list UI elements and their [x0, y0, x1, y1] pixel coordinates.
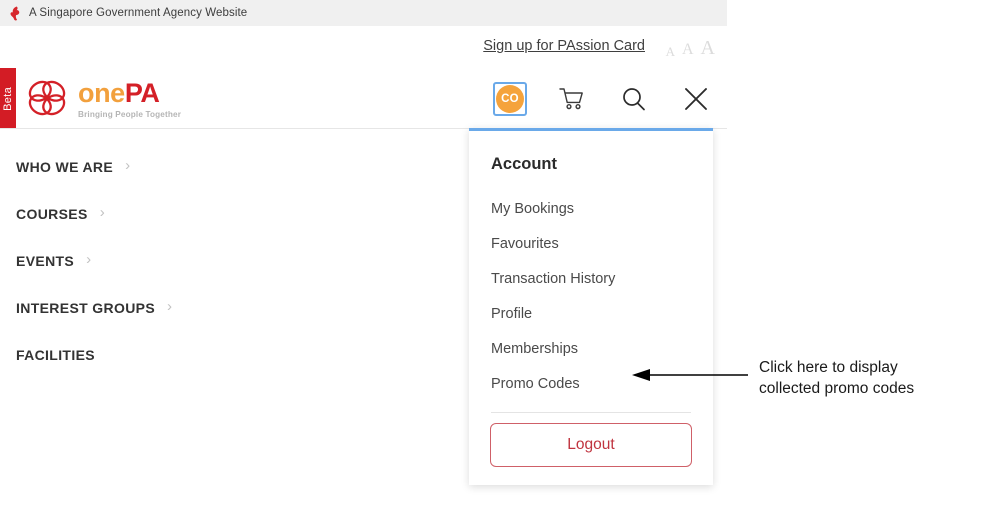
main-navigation: WHO WE ARE › COURSES › EVENTS › INTEREST… — [16, 143, 436, 378]
font-size-large-button[interactable]: A — [701, 38, 715, 58]
government-banner-text: A Singapore Government Agency Website — [29, 7, 248, 19]
logout-button[interactable]: Logout — [490, 423, 692, 467]
nav-item-label: FACILITIES — [16, 346, 95, 363]
menu-item-memberships[interactable]: Memberships — [469, 331, 713, 366]
close-menu-button[interactable] — [665, 68, 727, 129]
header-icon-group: CO — [479, 68, 727, 129]
avatar-focus-ring: CO — [493, 81, 527, 116]
search-button[interactable] — [603, 68, 665, 129]
logo-wordmark: onePA Bringing People Together — [78, 77, 182, 119]
annotation-line-2: collected promo codes — [759, 380, 915, 397]
nav-item-courses[interactable]: COURSES › — [16, 190, 436, 237]
logo-word-pa: PA — [124, 77, 160, 108]
annotation-arrow-icon — [632, 369, 748, 381]
chevron-right-icon: › — [125, 157, 131, 174]
account-avatar-button[interactable]: CO — [479, 68, 541, 129]
menu-item-my-bookings[interactable]: My Bookings — [469, 191, 713, 226]
logo-words: onePA — [78, 77, 181, 108]
site-logo[interactable]: onePA Bringing People Together — [24, 76, 181, 120]
singapore-lion-icon — [10, 6, 20, 20]
cart-button[interactable] — [541, 68, 603, 129]
logo-tagline: Bringing People Together — [78, 109, 182, 119]
nav-item-who-we-are[interactable]: WHO WE ARE › — [16, 143, 436, 190]
font-size-medium-button[interactable]: A — [682, 42, 694, 58]
chevron-right-icon: › — [99, 204, 105, 221]
dropdown-title: Account — [491, 155, 557, 173]
utility-row: Sign up for PAssion Card A A A — [0, 26, 727, 68]
onepa-rings-icon — [28, 80, 66, 116]
annotation-text: Click here to display collected promo co… — [759, 357, 979, 399]
menu-item-transaction-history[interactable]: Transaction History — [469, 261, 713, 296]
nav-item-label: INTEREST GROUPS — [16, 299, 156, 316]
menu-item-profile[interactable]: Profile — [469, 296, 713, 331]
avatar: CO — [496, 84, 524, 113]
font-size-small-button[interactable]: A — [666, 45, 675, 58]
nav-item-facilities[interactable]: FACILITIES — [16, 331, 436, 378]
font-size-controls: A A A — [666, 34, 715, 58]
nav-item-events[interactable]: EVENTS › — [16, 237, 436, 284]
cart-icon — [559, 87, 583, 109]
nav-item-interest-groups[interactable]: INTEREST GROUPS › — [16, 284, 436, 331]
chevron-right-icon: › — [167, 298, 173, 315]
menu-item-favourites[interactable]: Favourites — [469, 226, 713, 261]
search-icon — [623, 87, 645, 110]
page-canvas: A Singapore Government Agency Website Si… — [0, 0, 727, 510]
nav-item-label: EVENTS — [16, 252, 75, 269]
site-header: onePA Bringing People Together CO — [0, 68, 727, 129]
nav-item-label: WHO WE ARE — [16, 158, 114, 175]
passion-card-signup-link[interactable]: Sign up for PAssion Card — [483, 38, 645, 54]
logo-word-one: one — [78, 77, 125, 108]
dropdown-divider — [491, 412, 691, 413]
account-dropdown-panel: Account My Bookings Favourites Transacti… — [469, 128, 713, 485]
government-banner: A Singapore Government Agency Website — [0, 0, 727, 26]
close-icon — [685, 87, 707, 110]
chevron-right-icon: › — [86, 251, 92, 268]
nav-item-label: COURSES — [16, 205, 88, 222]
annotation-line-1: Click here to display — [759, 359, 898, 376]
